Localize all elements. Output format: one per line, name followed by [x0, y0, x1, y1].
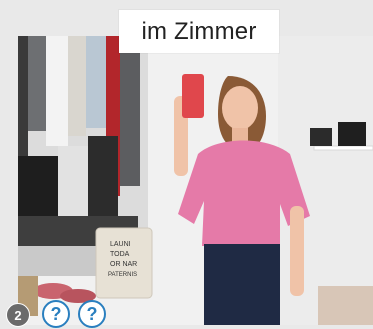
bed — [318, 286, 373, 325]
bag-text: PATERNIS — [108, 272, 137, 278]
help-button-1[interactable]: ? — [42, 300, 70, 328]
shelf-item — [338, 122, 366, 146]
title-label: im Zimmer — [119, 10, 279, 53]
exercise-number-badge: 2 — [6, 303, 30, 327]
bag-text: LAUNI — [110, 241, 131, 248]
exercise-card: LAUNI TODA OR NAR PATERNIS im Zimmer 2 ?… — [0, 0, 373, 329]
garment — [28, 36, 46, 131]
bag-text: OR NAR — [110, 261, 137, 268]
garment — [88, 136, 118, 216]
neck — [232, 128, 248, 142]
garment — [86, 36, 106, 128]
bag-text: TODA — [110, 251, 130, 258]
face — [222, 86, 258, 130]
wall-shelf — [313, 145, 373, 151]
photo: LAUNI TODA OR NAR PATERNIS — [18, 36, 373, 325]
question-mark-icon: ? — [86, 303, 98, 324]
jeans — [204, 244, 280, 325]
shelf-item — [310, 128, 332, 146]
phone-icon — [182, 74, 204, 118]
garment — [46, 36, 68, 146]
garment — [120, 36, 140, 186]
garment — [58, 146, 88, 218]
lowered-arm — [290, 206, 304, 296]
bedroom-selfie-illustration: LAUNI TODA OR NAR PATERNIS — [18, 36, 373, 325]
garment — [68, 36, 86, 136]
help-button-2[interactable]: ? — [78, 300, 106, 328]
question-mark-icon: ? — [50, 303, 62, 324]
garment — [18, 36, 28, 156]
garment — [18, 156, 58, 216]
